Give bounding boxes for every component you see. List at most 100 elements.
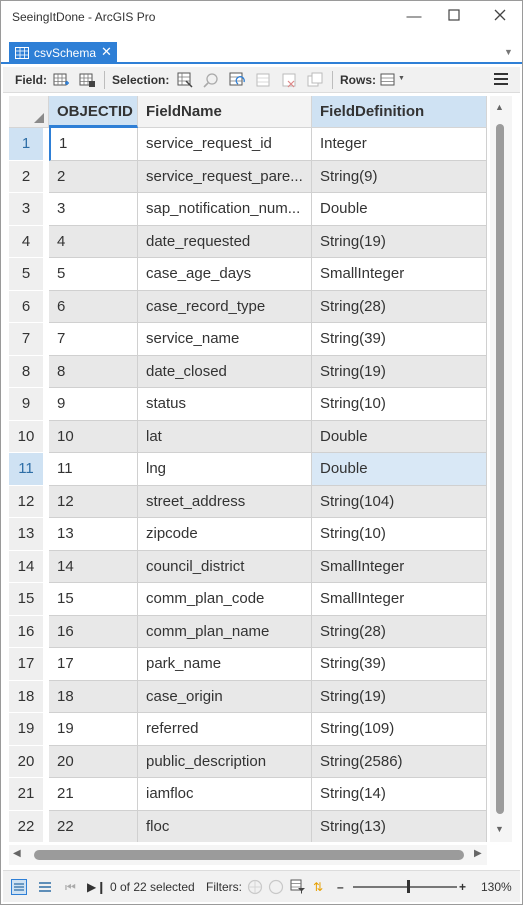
cell-fieldname[interactable]: comm_plan_name [138, 615, 312, 648]
cell-fielddefinition[interactable]: String(10) [312, 388, 487, 421]
select-all-corner[interactable] [9, 96, 49, 128]
table-row[interactable]: 15 15 comm_plan_code SmallInteger [9, 583, 487, 616]
cell-fielddefinition[interactable]: String(19) [312, 225, 487, 258]
horizontal-scrollbar[interactable]: ◀ ▶ [9, 845, 487, 865]
zoom-to-selection-icon[interactable] [203, 72, 219, 88]
zoom-out-icon[interactable]: – [337, 880, 344, 894]
table-row[interactable]: 8 8 date_closed String(19) [9, 355, 487, 388]
cell-objectid[interactable]: 7 [49, 323, 138, 356]
row-number[interactable]: 21 [9, 778, 43, 811]
cell-fielddefinition[interactable]: String(109) [312, 713, 487, 746]
filter-globe-icon[interactable] [268, 879, 284, 895]
cell-fieldname[interactable]: status [138, 388, 312, 421]
table-row[interactable]: 17 17 park_name String(39) [9, 648, 487, 681]
row-number[interactable]: 3 [9, 193, 43, 226]
cell-fielddefinition[interactable]: String(39) [312, 648, 487, 681]
row-number[interactable]: 19 [9, 713, 43, 746]
table-row[interactable]: 20 20 public_description String(2586) [9, 745, 487, 778]
cell-objectid[interactable]: 5 [49, 258, 138, 291]
show-all-records-icon[interactable] [11, 879, 27, 895]
row-number[interactable]: 4 [9, 225, 43, 258]
chevron-down-icon[interactable]: ▼ [398, 75, 405, 82]
table-row[interactable]: 2 2 service_request_pare... String(9) [9, 160, 487, 193]
cell-objectid[interactable]: 2 [49, 160, 138, 193]
table-row[interactable]: 14 14 council_district SmallInteger [9, 550, 487, 583]
cell-objectid[interactable]: 15 [49, 583, 138, 616]
scroll-up-icon[interactable]: ▲ [495, 102, 504, 112]
row-number[interactable]: 16 [9, 615, 43, 648]
cell-fieldname[interactable]: lng [138, 453, 312, 486]
cell-objectid[interactable]: 9 [49, 388, 138, 421]
tab-close-icon[interactable]: ✕ [101, 44, 112, 60]
table-row[interactable]: 13 13 zipcode String(10) [9, 518, 487, 551]
cell-fielddefinition[interactable]: Integer [312, 128, 487, 161]
row-number[interactable]: 18 [9, 680, 43, 713]
cell-fielddefinition[interactable]: String(39) [312, 323, 487, 356]
clear-selection-icon[interactable] [255, 72, 271, 88]
row-number[interactable]: 8 [9, 355, 43, 388]
cell-objectid[interactable]: 12 [49, 485, 138, 518]
row-number[interactable]: 9 [9, 388, 43, 421]
table-row[interactable]: 19 19 referred String(109) [9, 713, 487, 746]
table-row[interactable]: 1 1 service_request_id Integer [9, 128, 487, 161]
cell-fieldname[interactable]: sap_notification_num... [138, 193, 312, 226]
horizontal-scroll-thumb[interactable] [34, 850, 464, 860]
vertical-scrollbar[interactable]: ▲ ▼ [490, 96, 512, 842]
table-row[interactable]: 10 10 lat Double [9, 420, 487, 453]
cell-fieldname[interactable]: comm_plan_code [138, 583, 312, 616]
cell-fieldname[interactable]: street_address [138, 485, 312, 518]
scroll-down-icon[interactable]: ▼ [495, 824, 504, 834]
cell-fieldname[interactable]: service_request_pare... [138, 160, 312, 193]
add-field-icon[interactable] [53, 72, 69, 88]
cell-objectid[interactable]: 17 [49, 648, 138, 681]
cell-fielddefinition[interactable]: String(19) [312, 355, 487, 388]
cell-fieldname[interactable]: zipcode [138, 518, 312, 551]
row-number[interactable]: 14 [9, 550, 43, 583]
table-row[interactable]: 21 21 iamfloc String(14) [9, 778, 487, 811]
cell-objectid[interactable]: 4 [49, 225, 138, 258]
cell-fieldname[interactable]: service_request_id [138, 128, 312, 161]
extent-filter-icon[interactable] [247, 879, 263, 895]
cell-fieldname[interactable]: date_requested [138, 225, 312, 258]
cell-fieldname[interactable]: floc [138, 810, 312, 842]
cell-fieldname[interactable]: date_closed [138, 355, 312, 388]
scroll-left-icon[interactable]: ◀ [13, 848, 21, 859]
close-window-button[interactable] [487, 5, 513, 29]
table-row[interactable]: 7 7 service_name String(39) [9, 323, 487, 356]
cell-fieldname[interactable]: case_record_type [138, 290, 312, 323]
delete-selected-icon[interactable] [281, 72, 297, 88]
cell-objectid[interactable]: 19 [49, 713, 138, 746]
select-by-attributes-icon[interactable] [177, 72, 193, 88]
table-row[interactable]: 16 16 comm_plan_name String(28) [9, 615, 487, 648]
column-header-fielddefinition[interactable]: FieldDefinition [312, 96, 487, 128]
cell-fielddefinition[interactable]: Double [312, 420, 487, 453]
row-number[interactable]: 12 [9, 485, 43, 518]
maximize-button[interactable] [441, 5, 467, 29]
row-number[interactable]: 17 [9, 648, 43, 681]
cell-fieldname[interactable]: referred [138, 713, 312, 746]
cell-fieldname[interactable]: case_origin [138, 680, 312, 713]
minimize-button[interactable]: — [401, 5, 427, 29]
copy-selected-icon[interactable] [307, 72, 323, 88]
table-row[interactable]: 22 22 floc String(13) [9, 810, 487, 842]
cell-fieldname[interactable]: service_name [138, 323, 312, 356]
table-row[interactable]: 11 11 lng Double [9, 453, 487, 486]
row-number[interactable]: 22 [9, 810, 43, 842]
cell-fieldname[interactable]: public_description [138, 745, 312, 778]
cell-fielddefinition[interactable]: String(28) [312, 290, 487, 323]
rows-options-icon[interactable] [380, 72, 396, 88]
row-number[interactable]: 11 [9, 453, 43, 486]
switch-selection-icon[interactable] [229, 72, 245, 88]
cell-fielddefinition[interactable]: Double [312, 193, 487, 226]
cell-fielddefinition[interactable]: String(13) [312, 810, 487, 842]
table-row[interactable]: 5 5 case_age_days SmallInteger [9, 258, 487, 291]
row-number[interactable]: 6 [9, 290, 43, 323]
next-record-icon[interactable]: ▶❙ [87, 880, 106, 894]
row-number[interactable]: 5 [9, 258, 43, 291]
row-number[interactable]: 13 [9, 518, 43, 551]
vertical-scroll-thumb[interactable] [496, 124, 504, 814]
cell-objectid[interactable]: 13 [49, 518, 138, 551]
tab-csvschema[interactable]: csvSchema ✕ [9, 42, 117, 64]
cell-objectid[interactable]: 22 [49, 810, 138, 842]
first-record-icon[interactable]: ⏮ [65, 880, 76, 895]
